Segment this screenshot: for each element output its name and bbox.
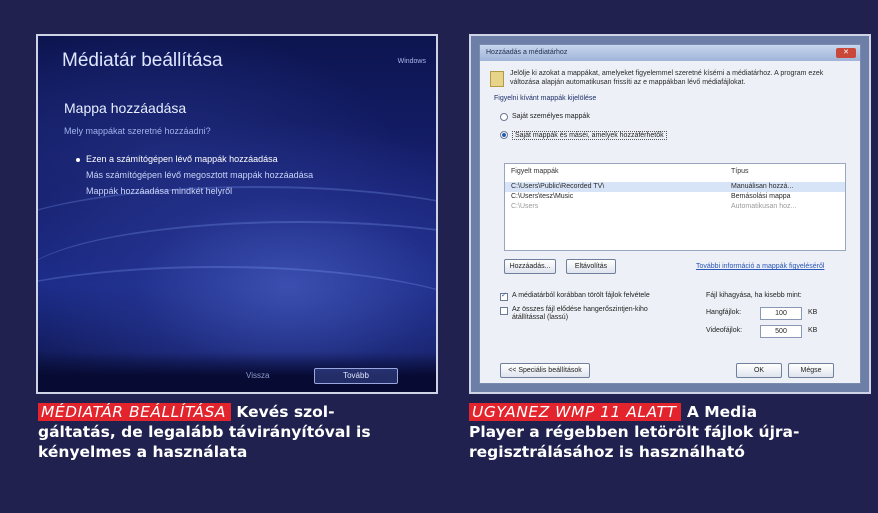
video-size-label: Videofájlok: [706,327,743,334]
left-caption-line1: Kevés szol- [236,403,335,421]
folder-type: Automatikusan hoz... [731,203,797,210]
folder-type: Manuálisan hozzá... [731,183,794,190]
right-caption-line1: A Media [686,403,758,421]
windows-brand-logo: Windows [397,58,426,65]
add-to-library-dialog: Hozzáadás a médiatárhoz ✕ Jelölje ki azo… [479,44,861,384]
column-header-type[interactable]: Típus [731,168,749,175]
column-header-folder[interactable]: Figyelt mappák [511,168,558,175]
radio-own-folders-label: Saját személyes mappák [512,113,590,120]
monitored-folders-list[interactable]: Figyelt mappák Típus C:\Users\Public\Rec… [504,163,846,251]
folder-icon [490,71,504,87]
left-caption-line2: gáltatás, de legalább távirányítóval is [38,423,371,441]
left-caption-tag: MÉDIATÁR BEÁLLÍTÁSA [38,403,231,421]
radio-all-folders[interactable] [500,131,508,139]
cancel-button[interactable]: Mégse [788,363,834,378]
left-caption: MÉDIATÁR BEÁLLÍTÁSA Kevés szol- gáltatás… [38,402,443,462]
option-this-computer[interactable]: Ezen a számítógépen lévő mappák hozzáadá… [86,154,278,164]
folder-path: C:\Users\tesz\Music [511,193,574,200]
volume-leveling-label: Az összes fájl elődése hangerőszintjen-k… [512,306,648,321]
option-other-computer[interactable]: Más számítógépen lévő megosztott mappák … [86,170,313,180]
add-deleted-files-checkbox[interactable] [500,291,508,301]
section-heading: Mappa hozzáadása [64,100,187,116]
media-center-screenshot: Médiatár beállítása Windows Mappa hozzáa… [36,34,438,394]
volume-leveling-checkbox[interactable] [500,307,508,315]
video-size-unit: KB [808,327,818,334]
remove-folder-button[interactable]: Eltávolítás [566,259,616,274]
media-center-title: Médiatár beállítása [62,50,223,71]
right-caption: UGYANEZ WMP 11 ALATT A Media Player a ré… [469,402,874,462]
radio-own-folders[interactable] [500,113,508,121]
radio-all-folders-label: Saját mappák és máséi, amelyek hozzáférh… [512,131,667,140]
add-deleted-files-label: A médiatárból korábban törölt fájlok fel… [512,292,650,299]
folder-monitoring-help-link[interactable]: További információ a mappák figyeléséről [696,263,824,270]
right-caption-tag: UGYANEZ WMP 11 ALATT [469,403,682,421]
folder-type: Bemásolási mappa [731,193,791,200]
list-item[interactable]: C:\Users Automatikusan hoz... [505,202,845,212]
audio-size-input[interactable]: 100 [760,307,802,320]
back-button[interactable]: Vissza [246,371,269,380]
selected-option-bullet-icon [76,158,80,162]
wmp11-dialog-screenshot: Hozzáadás a médiatárhoz ✕ Jelölje ki azo… [469,34,871,394]
right-caption-line2: Player a régebben letörölt fájlok újra- [469,423,800,441]
list-item[interactable]: C:\Users\Public\Recorded TV\ Manuálisan … [505,182,845,192]
option-both-locations[interactable]: Mappák hozzáadása mindkét helyről [86,186,232,196]
add-folder-button[interactable]: Hozzáadás... [504,259,556,274]
next-button[interactable]: Tovább [314,368,398,384]
dialog-title-bar: Hozzáadás a médiatárhoz [480,45,860,61]
advanced-options-button[interactable]: << Speciális beállítások [500,363,590,378]
video-size-input[interactable]: 500 [760,325,802,338]
audio-size-label: Hangfájlok: [706,309,742,316]
ok-button[interactable]: OK [736,363,782,378]
question-text: Mely mappákat szeretné hozzáadni? [64,126,211,136]
list-item[interactable]: C:\Users\tesz\Music Bemásolási mappa [505,192,845,202]
folder-path: C:\Users\Public\Recorded TV\ [511,183,605,190]
skip-size-label: Fájl kihagyása, ha kisebb mint: [706,292,802,299]
right-caption-line3: regisztrálásához is használható [469,443,745,461]
left-caption-line3: kényelmes a használata [38,443,248,461]
folder-path: C:\Users [511,203,539,210]
audio-size-unit: KB [808,309,818,316]
monitor-folders-label: Figyelni kívánt mappák kijelölése [494,95,597,102]
dialog-intro-text: Jelölje ki azokat a mappákat, amelyeket … [510,70,824,86]
close-icon[interactable]: ✕ [836,48,856,58]
